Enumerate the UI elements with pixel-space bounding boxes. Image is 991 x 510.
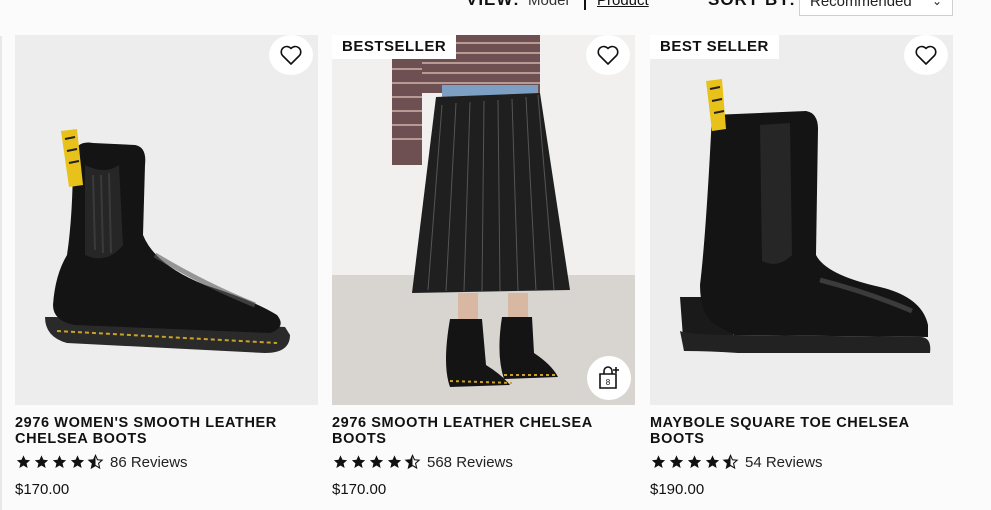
star-icon [687,455,702,468]
product-price: $170.00 [332,481,387,498]
sort-select[interactable]: Recommended ⌄ [799,0,953,16]
product-card[interactable]: BESTSELLER 8 2976 Smooth Leather Chelsea… [332,35,635,498]
shopping-bag-icon: 8 [599,366,619,389]
star-icon [333,455,348,468]
product-title[interactable]: 2976 Women's Smooth Leather Chelsea Boot… [15,415,318,447]
bestseller-badge: BESTSELLER [332,35,457,59]
product-price: $190.00 [650,481,705,498]
star-rating [15,454,104,470]
review-count[interactable]: 86 Reviews [110,454,188,471]
star-icon [387,455,402,468]
star-icon [705,455,720,468]
product-rating[interactable]: 86 Reviews [15,453,318,471]
view-toggle-product[interactable]: Product [597,0,649,9]
review-count[interactable]: 54 Reviews [745,454,823,471]
product-rating[interactable]: 568 Reviews [332,453,635,471]
half-star-icon [404,454,421,470]
view-toggle-divider [584,0,586,10]
sort-select-value: Recommended [810,0,912,10]
product-title[interactable]: Maybole Square Toe Chelsea Boots [650,415,953,447]
star-icon [651,455,666,468]
half-star-icon [87,454,104,470]
product-rating[interactable]: 54 Reviews [650,453,953,471]
quick-add-count: 8 [606,378,611,387]
star-icon [34,455,49,468]
product-title[interactable]: 2976 Smooth Leather Chelsea Boots [332,415,635,447]
product-price: $170.00 [15,481,70,498]
chelsea-boot-image [45,129,290,353]
half-star-icon [722,454,739,470]
bestseller-badge: BEST SELLER [650,35,779,59]
star-icon [351,455,366,468]
heart-icon [280,45,302,65]
star-rating [650,454,739,470]
chevron-down-icon: ⌄ [931,0,942,8]
product-image[interactable] [15,35,318,405]
quick-add-button[interactable]: 8 [587,356,631,400]
product-card[interactable]: BEST SELLER Maybole Square Toe Chelsea B… [650,35,953,498]
left-edge-divider [0,36,2,510]
view-toggle-model[interactable]: Model [528,0,569,9]
sort-label: SORT BY: [708,0,796,10]
heart-icon [915,45,937,65]
square-toe-boot-image [680,79,931,353]
star-icon [52,455,67,468]
view-label: VIEW: [466,0,520,10]
product-image[interactable]: BEST SELLER [650,35,953,405]
product-card[interactable]: 2976 Women's Smooth Leather Chelsea Boot… [15,35,318,498]
star-rating [332,454,421,470]
product-image[interactable]: BESTSELLER 8 [332,35,635,405]
wishlist-button[interactable] [586,35,630,75]
wishlist-button[interactable] [269,35,313,75]
star-icon [16,455,31,468]
star-icon [70,455,85,468]
star-icon [669,455,684,468]
heart-icon [597,45,619,65]
star-icon [369,455,384,468]
toolbar: VIEW: Model Product SORT BY: Recommended… [0,0,991,18]
review-count[interactable]: 568 Reviews [427,454,513,471]
model-wearing-boots-image [332,35,635,405]
wishlist-button[interactable] [904,35,948,75]
